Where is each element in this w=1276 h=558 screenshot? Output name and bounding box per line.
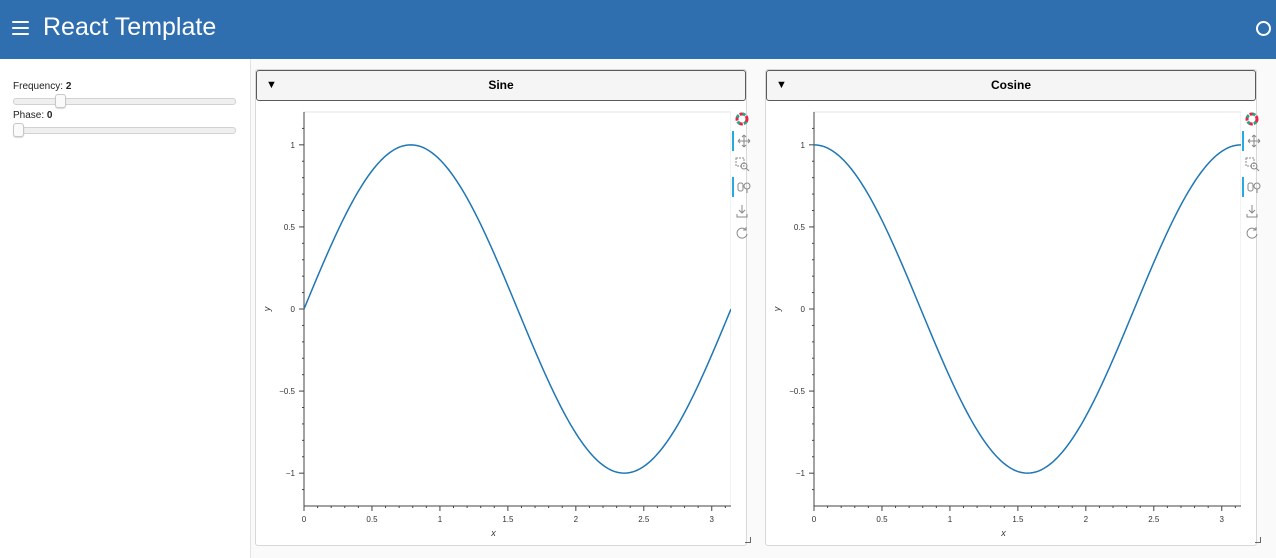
- cosine-card-header[interactable]: ▼ Cosine: [766, 70, 1256, 101]
- x-tick-label: 1: [948, 515, 953, 524]
- x-tick-label: 2: [1084, 515, 1089, 524]
- save-icon[interactable]: [732, 201, 752, 221]
- frequency-label: Frequency: 2: [13, 81, 71, 92]
- frequency-slider[interactable]: [13, 94, 236, 108]
- reset-icon[interactable]: [1242, 223, 1262, 243]
- phase-slider-track[interactable]: [13, 127, 236, 134]
- wheel-zoom-icon[interactable]: [1242, 177, 1264, 197]
- box-zoom-icon[interactable]: [1242, 154, 1262, 174]
- pan-icon[interactable]: [732, 131, 754, 151]
- resize-handle-icon[interactable]: [1255, 537, 1261, 543]
- x-tick-label: 0: [302, 515, 307, 524]
- y-tick-label: 1: [801, 141, 806, 150]
- frequency-label-text: Frequency:: [13, 81, 66, 92]
- reset-icon[interactable]: [732, 223, 752, 243]
- bokeh-logo-icon[interactable]: [732, 109, 752, 129]
- x-tick-label: 1.5: [1012, 515, 1024, 524]
- pan-icon[interactable]: [1242, 131, 1264, 151]
- app-title: React Template: [43, 13, 217, 41]
- y-tick-label: 1: [291, 141, 296, 150]
- sine-plot-toolbar: [732, 109, 754, 249]
- phase-label-text: Phase:: [13, 110, 47, 121]
- y-tick-label: −1: [796, 469, 806, 478]
- frequency-value: 2: [65, 81, 72, 92]
- phase-label: Phase: 0: [13, 110, 52, 121]
- box-zoom-icon[interactable]: [732, 154, 752, 174]
- status-circle-icon: [1256, 21, 1271, 36]
- y-tick-label: 0: [801, 305, 806, 314]
- bokeh-logo-icon[interactable]: [1242, 109, 1262, 129]
- x-tick-label: 0.5: [366, 515, 378, 524]
- cosine-card-title: Cosine: [990, 78, 1031, 92]
- y-tick-label: 0.5: [794, 223, 806, 232]
- hamburger-menu-icon[interactable]: [12, 20, 29, 36]
- x-tick-label: 2.5: [1148, 515, 1160, 524]
- sine-plot[interactable]: 0 0.5 1 1.5 2 2.5 3 1 0.5 0 −0.5 −1 x y: [256, 100, 731, 545]
- cosine-card: ▼ Cosine 0 0.5 1 1.5 2 2.5 3 1 0.5 0 −0.5 −1 x y: [765, 69, 1261, 546]
- app-header: React Template: [0, 0, 1276, 59]
- cosine-plot[interactable]: 0 0.5 1 1.5 2 2.5 3 1 0.5 0 −0.5 −1 x y: [766, 100, 1241, 545]
- y-axis-label: y: [772, 306, 782, 312]
- save-icon[interactable]: [1242, 201, 1262, 221]
- phase-slider-handle[interactable]: [13, 123, 24, 137]
- x-tick-label: 2: [574, 515, 579, 524]
- y-tick-label: −0.5: [789, 387, 805, 396]
- x-tick-label: 3: [710, 515, 715, 524]
- sine-card-title: Sine: [488, 78, 514, 92]
- y-tick-label: 0.5: [284, 223, 296, 232]
- x-tick-label: 0.5: [876, 515, 888, 524]
- y-tick-label: −1: [286, 469, 296, 478]
- sidebar: Frequency: 2 Phase: 0: [0, 59, 251, 558]
- y-tick-label: −0.5: [279, 387, 295, 396]
- x-tick-label: 3: [1220, 515, 1225, 524]
- plot-area[interactable]: [813, 111, 1241, 507]
- y-axis-label: y: [262, 306, 272, 312]
- frequency-slider-handle[interactable]: [55, 94, 66, 108]
- x-tick-label: 1.5: [502, 515, 514, 524]
- y-tick-label: 0: [291, 305, 296, 314]
- frequency-slider-track[interactable]: [13, 98, 236, 105]
- x-axis-label: x: [1000, 528, 1006, 538]
- sine-card-header[interactable]: ▼ Sine: [256, 70, 746, 101]
- x-tick-label: 2.5: [638, 515, 650, 524]
- resize-handle-icon[interactable]: [745, 537, 751, 543]
- x-tick-label: 0: [812, 515, 817, 524]
- wheel-zoom-icon[interactable]: [732, 177, 754, 197]
- phase-slider[interactable]: [13, 123, 236, 137]
- sine-card: ▼ Sine 0 0.5 1 1.5 2 2.5 3 1 0.5 0 −0.5 −1 x y: [255, 69, 751, 546]
- cosine-plot-toolbar: [1242, 109, 1264, 249]
- x-axis-label: x: [490, 528, 496, 538]
- x-tick-label: 1: [438, 515, 443, 524]
- phase-value: 0: [46, 110, 53, 121]
